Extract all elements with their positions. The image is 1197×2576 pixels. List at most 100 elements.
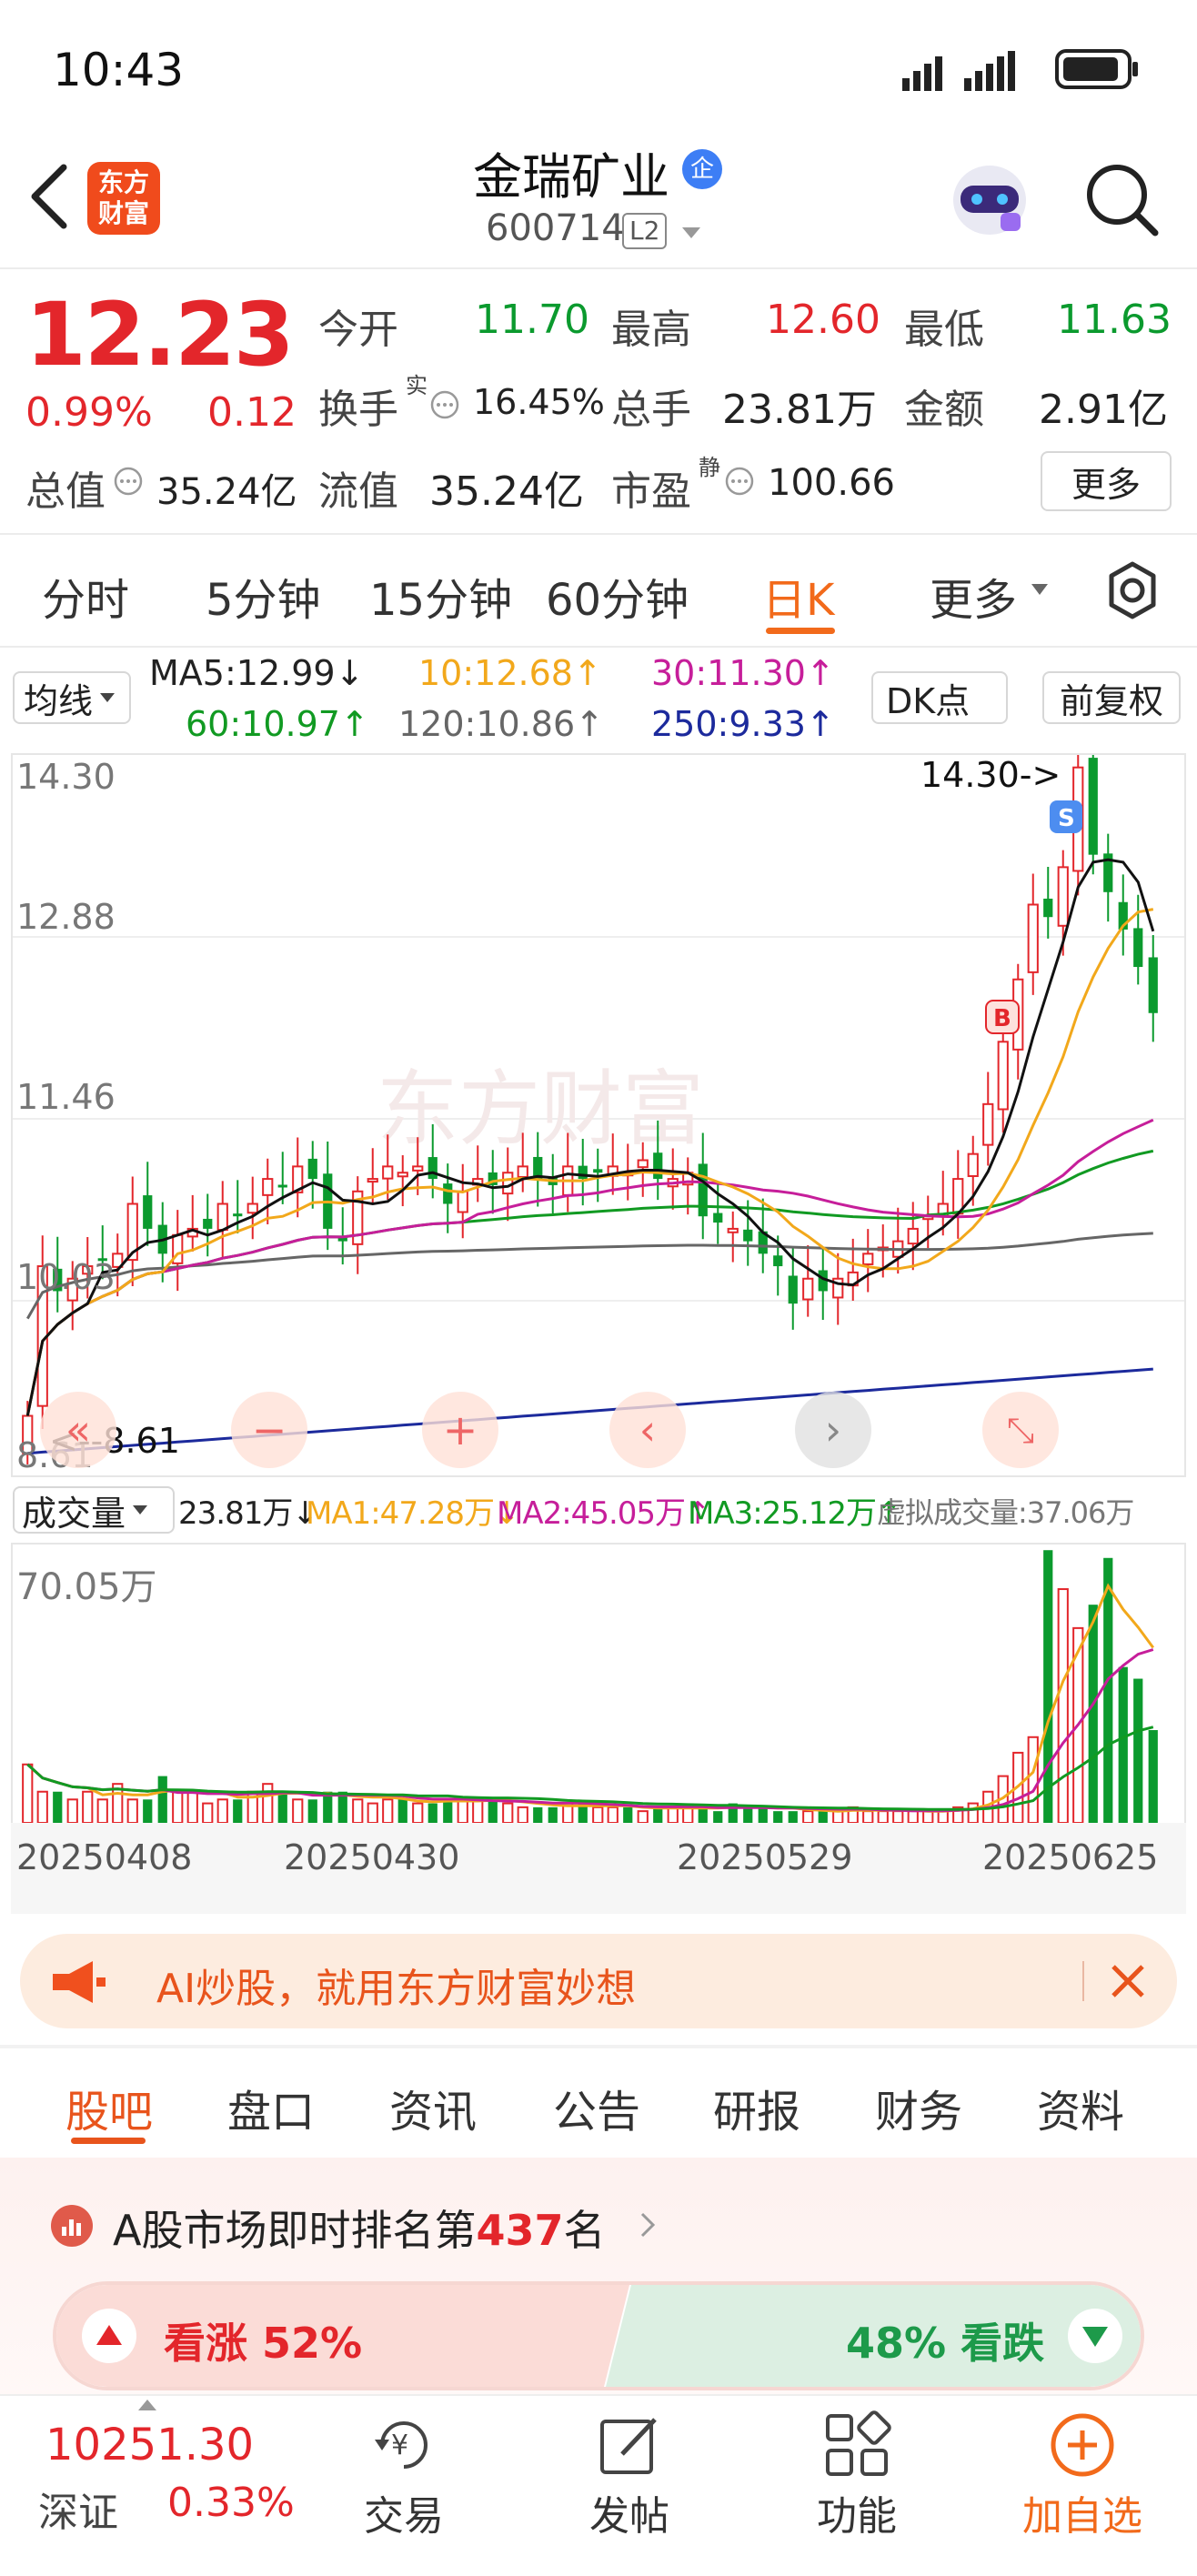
candle-body [443,1183,453,1204]
tab-15min[interactable]: 15分钟 [369,564,512,628]
candle-body [457,1190,468,1213]
ma30-value: 30:11.30↑ [651,653,835,693]
tab-profile[interactable]: 资料 [1037,2076,1124,2139]
rank-row[interactable]: A股市场即时排名第437名 [113,2198,606,2258]
stock-code: 600714 [486,207,625,249]
volume-bar [623,1806,633,1823]
chevron-right-icon[interactable] [637,2209,659,2241]
grid-icon[interactable] [822,2410,891,2480]
ma250-value: 250:9.33↑ [651,704,835,744]
volume-bar [53,1791,63,1823]
volume-bar [186,1790,198,1823]
volume-chart[interactable]: 70.05万 [11,1543,1186,1823]
high-marker: 14.30-> [920,755,1061,795]
battery-icon [1055,49,1141,89]
tab-60min[interactable]: 60分钟 [546,564,689,628]
volume-bar [548,1806,558,1823]
chevron-down-icon[interactable] [1030,580,1050,599]
volume-bar [773,1811,783,1823]
candle-body [277,1184,287,1188]
y-axis-top: 14.30 [16,757,116,797]
tab-5min[interactable]: 5分钟 [206,564,321,628]
tab-orderbook[interactable]: 盘口 [227,2076,315,2139]
volume-indicator-select[interactable]: 成交量 [13,1486,175,1534]
scroll-right-button[interactable]: › [795,1392,871,1468]
add-watchlist-button[interactable]: 加自选 [1010,2483,1155,2541]
volume-bar [126,1798,138,1823]
tab-news[interactable]: 资讯 [389,2076,477,2139]
functions-button[interactable]: 功能 [802,2483,911,2541]
y-axis-2: 12.88 [16,897,116,937]
kline-chart[interactable]: 东方财富 B S 14.30 12.88 11.46 10.03 8.61 14… [11,753,1186,1477]
add-circle-icon[interactable] [1046,2409,1119,2481]
level-dropdown-icon[interactable] [680,224,702,242]
volume-ma1: MA1:47.28万↓ [306,1495,520,1532]
search-icon[interactable] [1082,160,1161,238]
compose-icon[interactable] [595,2410,664,2480]
watermark-text: 东方财富 [377,1062,704,1157]
chevron-down-icon [133,1505,148,1514]
robot-avatar-icon[interactable] [946,155,1033,242]
volume-bar [1057,1588,1069,1823]
trade-button[interactable]: 交易 [349,2483,458,2541]
volume-bar [818,1811,828,1823]
volume-bar [1103,1557,1113,1823]
high-value: 12.60 [766,297,880,343]
info-icon[interactable] [724,466,755,497]
brand-logo[interactable]: 东方财富 [87,162,160,235]
zoom-out-button[interactable]: − [231,1392,307,1468]
candle-body [713,1213,723,1223]
level-badge[interactable]: L2 [622,213,668,249]
index-percent: 0.33% [167,2480,295,2526]
ai-banner[interactable]: AI炒股，就用东方财富妙想 [20,1934,1177,2028]
trade-icon[interactable]: ¥ [369,2412,438,2478]
candle-body [143,1195,153,1229]
tab-research[interactable]: 研报 [713,2076,800,2139]
volume-bar [832,1810,844,1823]
chevron-up-icon[interactable] [136,2398,158,2412]
tab-more[interactable]: 更多 [930,564,1017,628]
zoom-in-button[interactable]: + [422,1392,498,1468]
candle-body [397,1172,408,1178]
volume-bar [262,1783,274,1823]
indicator-select[interactable]: 均线 [13,671,131,724]
volume-bar [967,1802,979,1823]
candle-body [502,1172,514,1195]
info-icon[interactable] [429,389,460,420]
virtual-volume: 虚拟成交量:37.06万 [877,1495,1134,1530]
amount-label: 金额 [904,387,984,433]
tab-daily-k[interactable]: 日K [762,564,834,628]
back-icon[interactable] [22,160,76,233]
tab-forum[interactable]: 股吧 [65,2076,153,2139]
close-icon[interactable] [1108,1961,1148,2001]
tab-indicator [766,628,835,634]
volume-bar [592,1806,604,1823]
gear-icon[interactable] [1101,558,1164,622]
adjust-price-button[interactable]: 前复权 [1042,671,1181,724]
candle-body [1057,866,1069,927]
scroll-left-button[interactable]: ‹ [609,1392,686,1468]
index-value[interactable]: 10251.30 [45,2420,254,2470]
volume-bar [1027,1736,1039,1823]
more-quote-button[interactable]: 更多 [1041,451,1172,511]
volume-bar [922,1810,934,1823]
volume-bar [653,1806,663,1823]
tab-finance[interactable]: 财务 [875,2076,962,2139]
tab-announcement[interactable]: 公告 [553,2076,640,2139]
post-button[interactable]: 发帖 [575,2483,684,2541]
candle-body [727,1227,739,1233]
info-icon[interactable] [113,466,144,497]
volume-bar [788,1811,798,1823]
dk-point-button[interactable]: DK点 [871,671,1008,724]
ma5-value: MA5:12.99↓ [149,653,365,693]
fullscreen-icon[interactable]: ⤡ [982,1392,1059,1468]
rank-prefix: A股市场即时排名第 [113,2206,477,2255]
tab-intraday[interactable]: 分时 [42,564,129,628]
indicator-select-label: 均线 [24,680,94,721]
volume-bar [802,1810,814,1823]
volume-bar [1088,1605,1098,1823]
bullish-label: 看涨 52% [164,2319,363,2368]
scroll-left-fast-button[interactable]: « [40,1392,116,1468]
volume-bar [907,1810,919,1823]
low-label: 最低 [904,307,984,353]
